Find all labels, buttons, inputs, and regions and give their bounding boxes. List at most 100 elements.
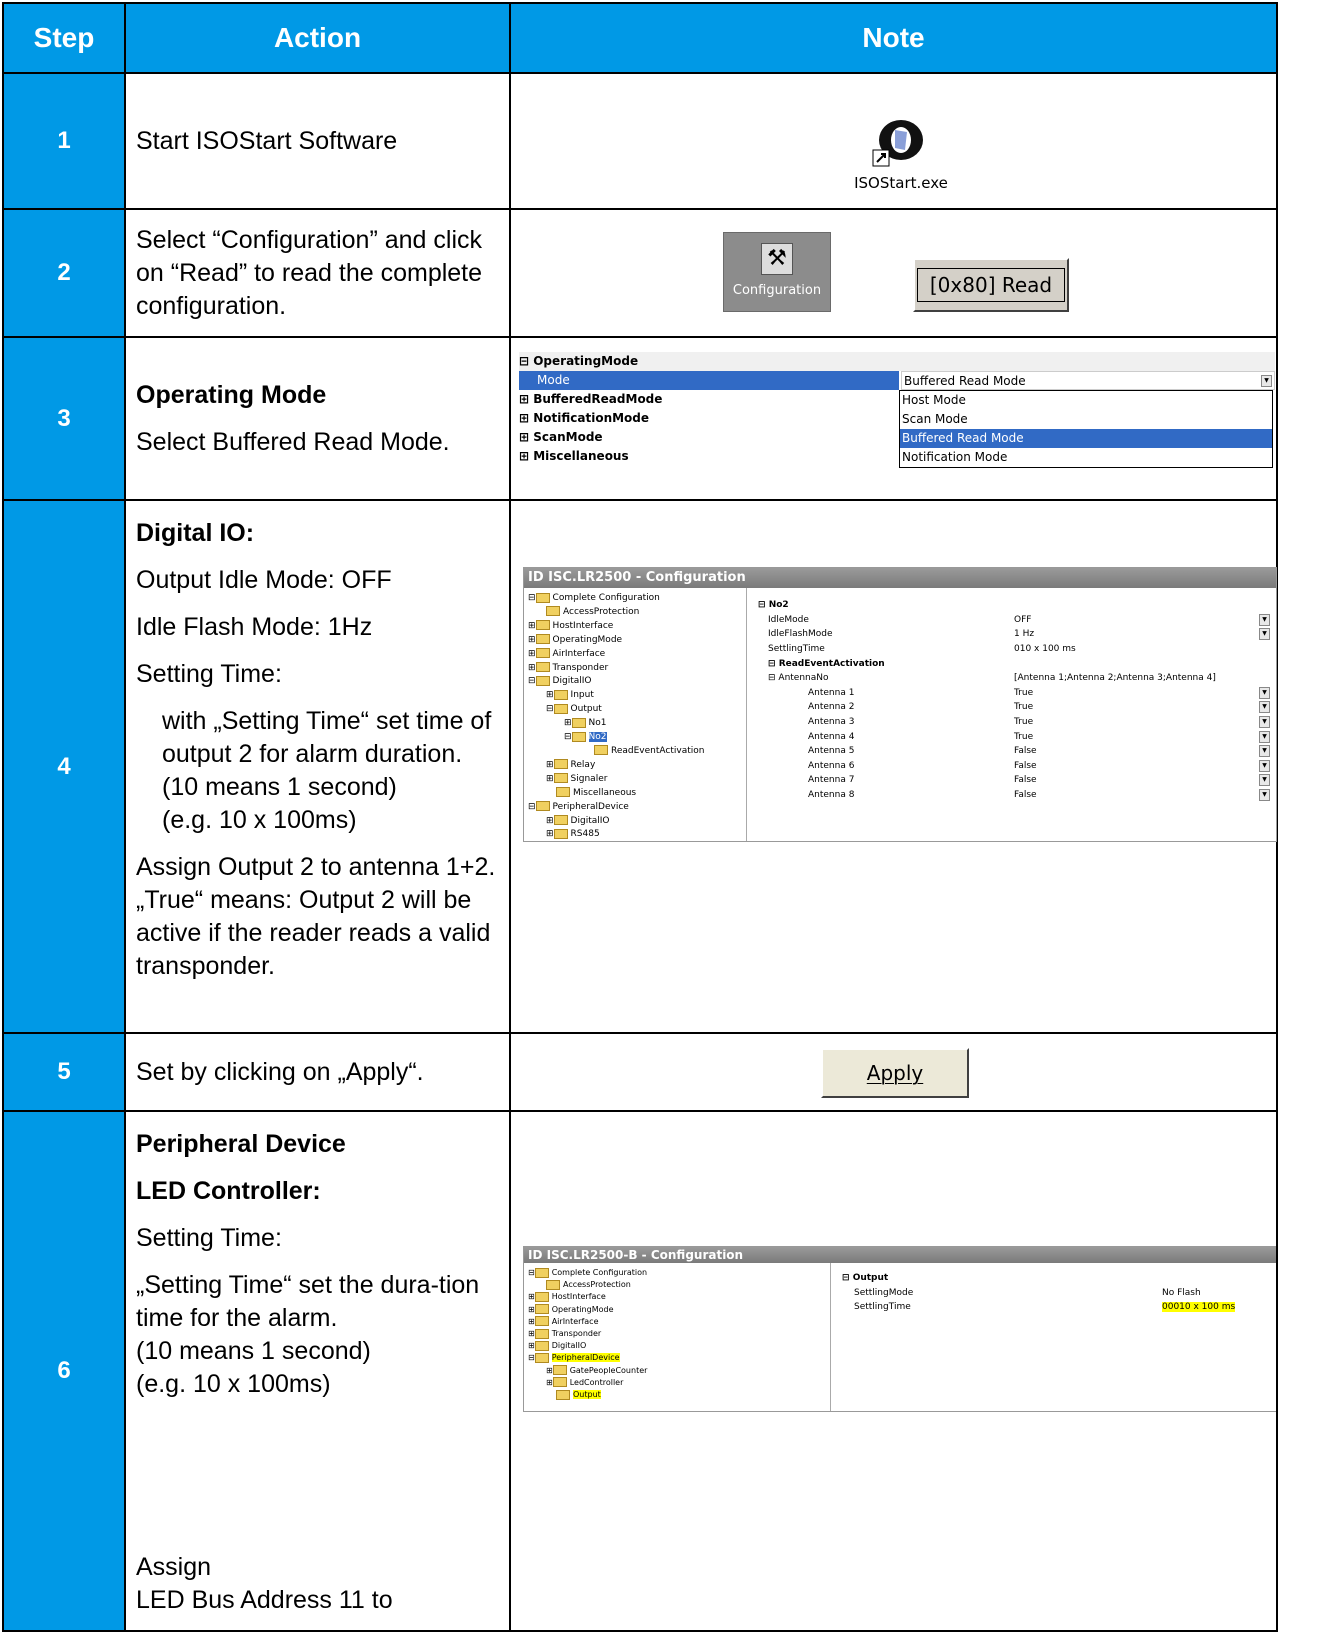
action-title: Peripheral Device — [136, 1130, 346, 1158]
property-row[interactable]: Antenna 7 False ▼ — [758, 773, 1270, 788]
dropdown-option[interactable]: Host Mode — [900, 391, 1272, 410]
tree-item[interactable]: Miscellaneous — [528, 787, 704, 801]
apply-button[interactable]: Apply — [821, 1048, 969, 1098]
action-text: Set by clicking on „Apply“. — [124, 1032, 511, 1112]
tree-item[interactable]: ⊞ AirInterface — [528, 648, 704, 662]
property-row[interactable]: Antenna 5 False ▼ — [758, 744, 1270, 759]
action-line: Assign Output 2 to antenna 1+2. „True“ m… — [136, 853, 496, 980]
dropdown-arrow-icon[interactable]: ▼ — [1259, 613, 1270, 626]
tree-item-selected[interactable]: ⊟ No2 — [528, 731, 704, 745]
tree-item[interactable]: ⊟ DigitalIO — [528, 675, 704, 689]
tree-item[interactable]: ⊟ Complete Configuration — [528, 592, 704, 606]
dropdown-option[interactable]: Notification Mode — [900, 448, 1272, 467]
property-row[interactable]: Antenna 6 False ▼ — [758, 759, 1270, 774]
step-number: 1 — [2, 72, 126, 210]
property-row[interactable]: ⊟ AntennaNo [Antenna 1;Antenna 2;Antenna … — [758, 671, 1270, 686]
property-row[interactable]: SettlingTime 00010 x 100 ms — [842, 1300, 1272, 1315]
property-row[interactable]: IdleFlashMode 1 Hz ▼ — [758, 627, 1270, 642]
step-number: 4 — [2, 499, 126, 1034]
dropdown-arrow-icon[interactable]: ▼ — [1259, 686, 1270, 699]
dropdown-arrow-icon[interactable]: ▼ — [1259, 774, 1270, 787]
tree-item[interactable]: ⊞ No1 — [528, 717, 704, 731]
group-item[interactable]: ⊞ Miscellaneous — [519, 447, 629, 466]
isostart-app-icon[interactable] — [871, 116, 927, 172]
action-text: Select Buffered Read Mode. — [136, 427, 450, 456]
tree-item[interactable]: ⊞ AirInterface — [528, 1316, 647, 1328]
tree-item-highlighted[interactable]: ⊟ PeripheralDevice — [528, 1352, 647, 1364]
property-row[interactable]: Antenna 8 False ▼ — [758, 788, 1270, 803]
property-row[interactable]: IdleMode OFF ▼ — [758, 613, 1270, 628]
step-number: 3 — [2, 336, 126, 501]
tree-item[interactable]: AccessProtection — [528, 1279, 647, 1291]
configuration-button[interactable]: ⚒ Configuration — [723, 232, 831, 312]
dropdown-arrow-icon[interactable]: ▼ — [1259, 701, 1270, 714]
tree-item[interactable]: ⊞ LedController — [528, 1377, 647, 1389]
property-row[interactable]: SettlingMode No Flash — [842, 1286, 1272, 1301]
action-title: Digital IO: — [136, 519, 255, 547]
dropdown-option[interactable]: Scan Mode — [900, 410, 1272, 429]
tree-item[interactable]: ⊞ Relay — [528, 759, 704, 773]
mode-select[interactable]: Buffered Read Mode ▼ — [901, 371, 1275, 390]
tree-item[interactable]: ⊟ PeripheralDevice — [528, 801, 704, 815]
read-button[interactable]: [0x80] Read — [913, 258, 1069, 312]
tree-item[interactable]: ⊟ Complete Configuration — [528, 1267, 647, 1279]
action-line: „Setting Time“ set the dura-tion time fo… — [136, 1271, 480, 1332]
action-line: Idle Flash Mode: 1Hz — [136, 613, 373, 641]
note-cell: ID ISC.LR2500-B - Configuration ⊟ Complet… — [509, 1110, 1278, 1632]
tree-item[interactable]: ⊞ Transponder — [528, 662, 704, 676]
dropdown-arrow-icon[interactable]: ▼ — [1259, 759, 1270, 772]
action-cell: Peripheral Device LED Controller: Settin… — [124, 1110, 511, 1632]
note-cell: ID ISC.LR2500 - Configuration ⊟ Complete … — [509, 499, 1278, 1034]
tree-item[interactable]: ⊞ HostInterface — [528, 1291, 647, 1303]
tree-item-highlighted[interactable]: Output — [528, 1389, 647, 1401]
tools-icon: ⚒ — [761, 243, 793, 275]
action-subtitle: LED Controller: — [136, 1177, 321, 1205]
tree-item[interactable]: ReadEventActivation — [528, 745, 704, 759]
action-text: Select “Configuration” and click on “Rea… — [124, 208, 511, 338]
dropdown-arrow-icon[interactable]: ▼ — [1259, 745, 1270, 758]
group-item[interactable]: ⊞ NotificationMode — [519, 409, 649, 428]
dropdown-arrow-icon[interactable]: ▼ — [1259, 789, 1270, 802]
tree-item[interactable]: ⊞ OperatingMode — [528, 1304, 647, 1316]
dropdown-arrow-icon[interactable]: ▼ — [1259, 628, 1270, 641]
property-row[interactable]: Antenna 2 True ▼ — [758, 700, 1270, 715]
tree-item[interactable]: ⊞ Signaler — [528, 773, 704, 787]
configuration-window: ID ISC.LR2500-B - Configuration ⊟ Complet… — [523, 1246, 1276, 1412]
tree-item[interactable]: ⊞ RS485 — [528, 828, 704, 842]
action-line: Setting Time: — [136, 660, 282, 688]
tree-item[interactable]: ⊞ HostInterface — [528, 620, 704, 634]
property-grid: ⊟ OperatingMode Mode Buffered Read Mode ▼… — [519, 352, 1275, 474]
tree-item[interactable]: ⊟ Output — [528, 703, 704, 717]
group-item[interactable]: ⊞ ScanMode — [519, 428, 603, 447]
tree-item[interactable]: ⊞ OperatingMode — [528, 634, 704, 648]
mode-label[interactable]: Mode — [519, 371, 899, 390]
property-row[interactable]: Antenna 1 True ▼ — [758, 686, 1270, 701]
note-cell: ISOStart.exe — [509, 72, 1278, 210]
tree-item[interactable]: ⊞ DigitalIO — [528, 815, 704, 829]
property-row[interactable]: Antenna 3 True ▼ — [758, 715, 1270, 730]
tree-item[interactable]: ⊞ Transponder — [528, 1328, 647, 1340]
note-cell: ⊟ OperatingMode Mode Buffered Read Mode ▼… — [509, 336, 1278, 501]
tree-item[interactable]: ⊞ Input — [528, 689, 704, 703]
tree-item[interactable]: ⊞ DigitalIO — [528, 1340, 647, 1352]
dropdown-option-selected[interactable]: Buffered Read Mode — [900, 429, 1272, 448]
action-line: (e.g. 10 x 100ms) — [136, 1370, 331, 1398]
config-tree: ⊟ Complete Configuration AccessProtection… — [528, 592, 704, 842]
config-tree: ⊟ Complete Configuration AccessProtection… — [528, 1267, 647, 1401]
step-row-3: 3 Operating Mode Select Buffered Read Mo… — [2, 336, 1278, 501]
isostart-label: ISOStart.exe — [854, 174, 948, 192]
dropdown-arrow-icon[interactable]: ▼ — [1259, 716, 1270, 729]
step-row-2: 2 Select “Configuration” and click on “R… — [2, 208, 1278, 338]
tree-item[interactable]: ⊞ GatePeopleCounter — [528, 1365, 647, 1377]
action-line: (e.g. 10 x 100ms) — [162, 806, 357, 834]
step-number: 5 — [2, 1032, 126, 1112]
group-item[interactable]: ⊞ BufferedReadMode — [519, 390, 662, 409]
dropdown-arrow-icon[interactable]: ▼ — [1259, 730, 1270, 743]
group-operatingmode[interactable]: ⊟ OperatingMode — [519, 352, 1275, 371]
dropdown-arrow-icon[interactable]: ▼ — [1261, 375, 1272, 387]
tree-item[interactable]: AccessProtection — [528, 606, 704, 620]
property-row[interactable]: SettlingTime 010 x 100 ms — [758, 642, 1270, 657]
action-line: (10 means 1 second) — [162, 773, 397, 801]
action-cell: Digital IO: Output Idle Mode: OFF Idle F… — [124, 499, 511, 1034]
property-row[interactable]: Antenna 4 True ▼ — [758, 729, 1270, 744]
